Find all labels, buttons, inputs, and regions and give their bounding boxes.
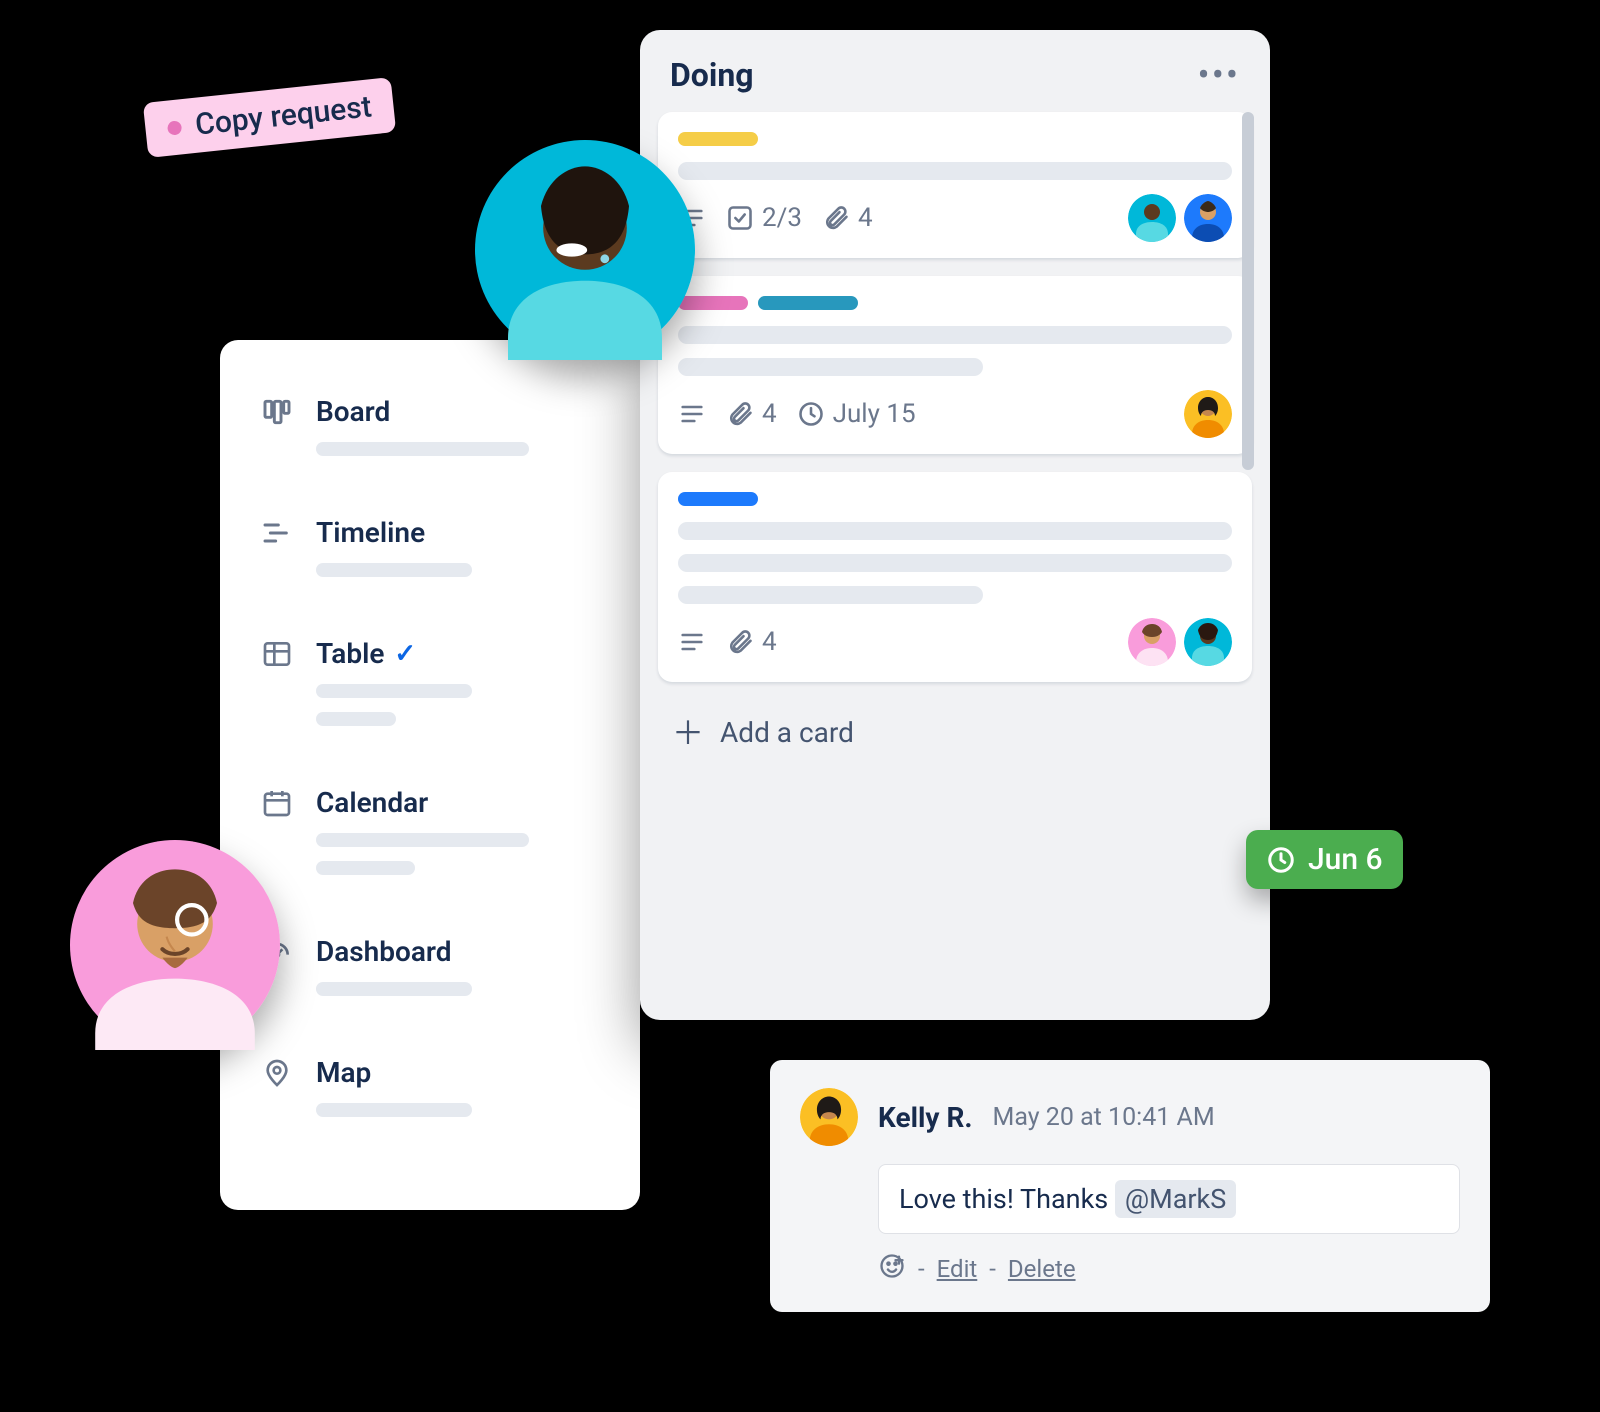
avatar	[1128, 618, 1176, 666]
list-title: Doing	[670, 56, 754, 94]
placeholder	[316, 712, 396, 726]
view-label: Board	[316, 395, 390, 428]
separator: -	[989, 1255, 996, 1283]
placeholder	[316, 861, 415, 875]
avatar	[800, 1088, 858, 1146]
avatar	[1128, 194, 1176, 242]
placeholder	[678, 522, 1232, 540]
views-panel: Board Timeline Table ✓	[220, 340, 640, 1210]
copy-request-text: Copy request	[194, 89, 374, 142]
placeholder	[316, 982, 472, 996]
comment-body[interactable]: Love this! Thanks @MarkS	[878, 1164, 1460, 1234]
comment-time: May 20 at 10:41 AM	[993, 1103, 1215, 1132]
card[interactable]: 4 July 15	[658, 276, 1252, 454]
dot-icon	[167, 120, 182, 135]
plus-icon: ＋	[672, 723, 704, 743]
card[interactable]: 2/3 4	[658, 112, 1252, 258]
comment-author: Kelly R.	[878, 1101, 973, 1134]
map-pin-icon	[260, 1056, 294, 1090]
view-item-calendar[interactable]: Calendar	[260, 786, 600, 875]
view-label: Map	[316, 1056, 371, 1089]
reaction-icon[interactable]	[878, 1252, 906, 1286]
scrollbar[interactable]	[1242, 112, 1254, 908]
card[interactable]: 4	[658, 472, 1252, 682]
view-label: Calendar	[316, 786, 428, 819]
avatar	[1184, 618, 1232, 666]
list-menu-icon[interactable]: •••	[1198, 70, 1240, 80]
copy-request-label[interactable]: Copy request	[143, 77, 396, 158]
attachment-badge: 4	[822, 203, 873, 233]
placeholder	[316, 684, 472, 698]
placeholder	[316, 833, 529, 847]
due-date-text: Jun 6	[1308, 842, 1383, 877]
clock-icon	[1266, 845, 1296, 875]
attachment-badge: 4	[726, 627, 777, 657]
separator: -	[918, 1255, 925, 1283]
view-item-table[interactable]: Table ✓	[260, 637, 600, 726]
placeholder	[678, 586, 983, 604]
view-item-timeline[interactable]: Timeline	[260, 516, 600, 577]
timeline-icon	[260, 516, 294, 550]
view-item-map[interactable]: Map	[260, 1056, 600, 1117]
delete-link[interactable]: Delete	[1008, 1255, 1076, 1283]
placeholder	[678, 162, 1232, 180]
table-icon	[260, 637, 294, 671]
placeholder	[678, 358, 983, 376]
check-icon: ✓	[394, 639, 416, 669]
view-label: Table	[316, 637, 384, 670]
placeholder	[316, 442, 529, 456]
view-item-dashboard[interactable]: Dashboard	[260, 935, 600, 996]
floating-avatar	[475, 140, 695, 360]
checklist-badge: 2/3	[726, 203, 802, 233]
board-icon	[260, 395, 294, 429]
description-icon	[678, 400, 706, 428]
description-icon	[678, 628, 706, 656]
due-date-badge[interactable]: Jun 6	[1246, 830, 1403, 889]
card-label-cyan	[758, 296, 858, 310]
comment-card: Kelly R. May 20 at 10:41 AM Love this! T…	[770, 1060, 1490, 1312]
view-item-board[interactable]: Board	[260, 395, 600, 456]
placeholder	[316, 563, 472, 577]
view-label: Dashboard	[316, 935, 452, 968]
placeholder	[678, 326, 1232, 344]
placeholder	[316, 1103, 472, 1117]
card-label-blue	[678, 492, 758, 506]
placeholder	[678, 554, 1232, 572]
calendar-icon	[260, 786, 294, 820]
mention[interactable]: @MarkS	[1115, 1180, 1236, 1218]
add-card-label: Add a card	[720, 716, 854, 749]
doing-list: Doing ••• 2/3	[640, 30, 1270, 1020]
comment-text: Love this! Thanks	[899, 1183, 1115, 1215]
attachment-badge: 4	[726, 399, 777, 429]
add-card-button[interactable]: ＋ Add a card	[658, 700, 1252, 765]
avatar	[1184, 390, 1232, 438]
due-badge: July 15	[797, 399, 916, 429]
edit-link[interactable]: Edit	[937, 1255, 978, 1283]
avatar	[1184, 194, 1232, 242]
floating-avatar	[70, 840, 280, 1050]
view-label: Timeline	[316, 516, 425, 549]
